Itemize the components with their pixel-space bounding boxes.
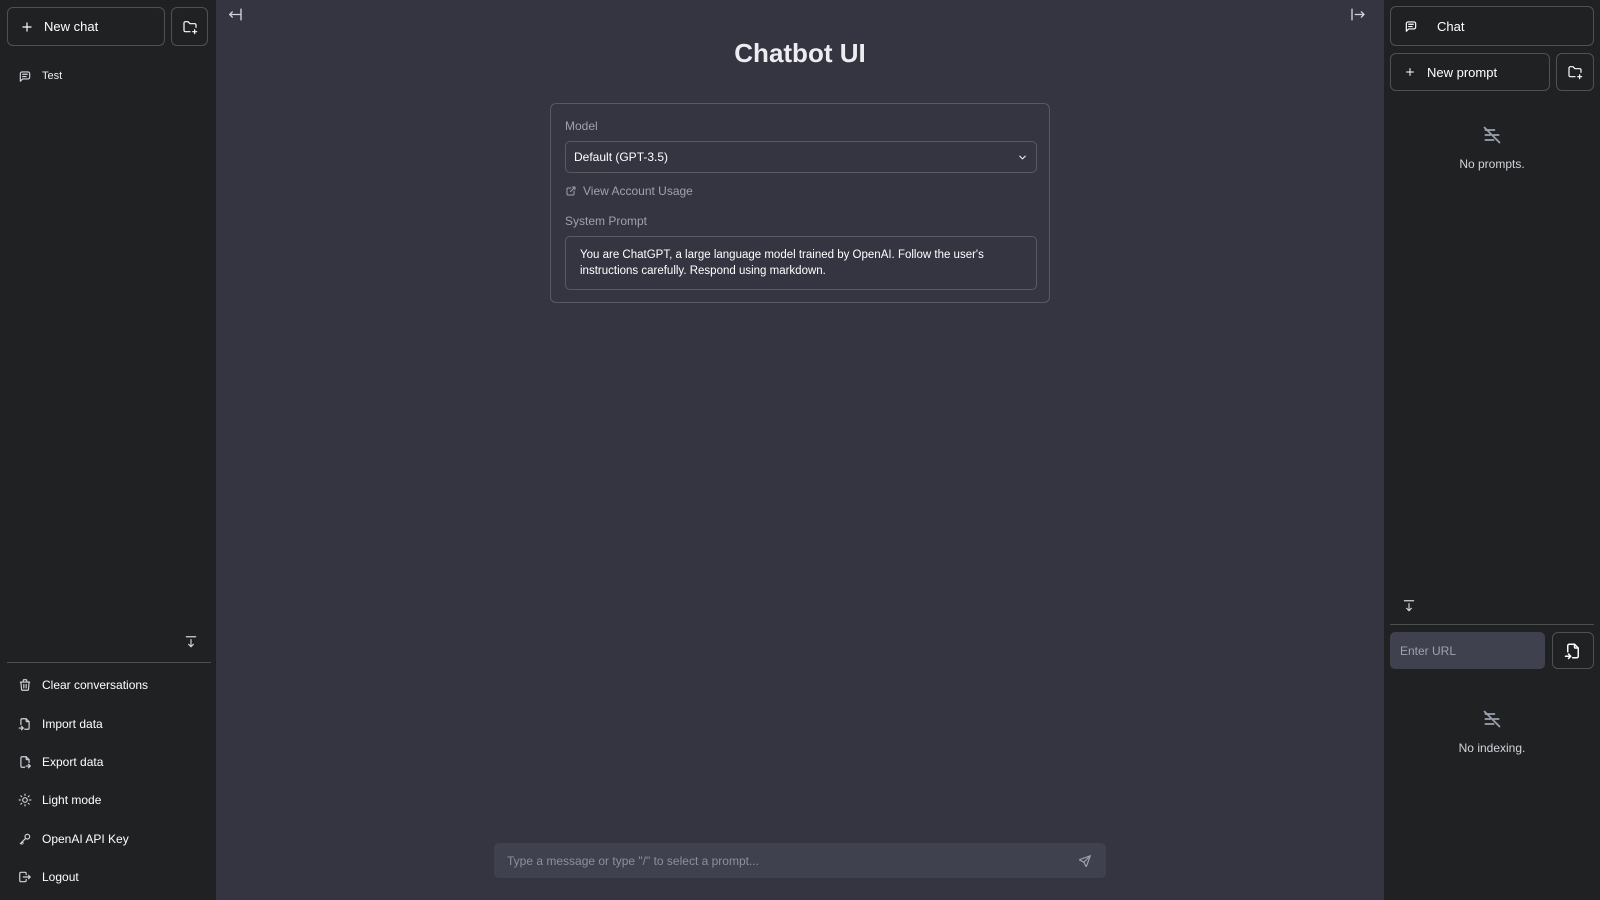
chat-input-bar — [494, 843, 1106, 878]
chevron-down-icon — [1017, 152, 1028, 163]
conversation-title: Test — [42, 70, 63, 82]
sun-icon — [18, 793, 32, 807]
clear-conversations-button[interactable]: Clear conversations — [8, 666, 208, 704]
file-import-icon — [18, 717, 32, 731]
menu-item-label: OpenAI API Key — [42, 831, 129, 846]
new-chat-label: New chat — [44, 19, 99, 34]
menu-item-label: Clear conversations — [42, 678, 149, 693]
indexing-empty-state: No indexing. — [1384, 709, 1600, 755]
plus-icon — [20, 20, 34, 34]
folder-plus-icon — [1567, 64, 1583, 80]
right-sidebar: Chat New prompt No prompts. No indexing. — [1384, 0, 1600, 900]
system-prompt-label: System Prompt — [565, 214, 648, 228]
key-icon — [18, 832, 32, 846]
url-input[interactable] — [1390, 632, 1545, 669]
conversation-item[interactable]: Test — [8, 64, 208, 88]
new-chat-button[interactable]: New chat — [7, 7, 165, 46]
import-data-button[interactable]: Import data — [8, 704, 208, 742]
prompts-empty-state: No prompts. — [1384, 125, 1600, 171]
plus-icon — [1404, 66, 1416, 78]
send-icon[interactable] — [1078, 854, 1092, 868]
api-key-button[interactable]: OpenAI API Key — [8, 820, 208, 858]
close-right-sidebar-icon[interactable] — [1350, 6, 1366, 23]
file-import-icon — [1564, 642, 1582, 660]
message-icon — [18, 69, 32, 83]
sidebar-settings-menu: Clear conversations Import data Export d… — [8, 666, 208, 896]
usage-link-label: View Account Usage — [583, 184, 693, 198]
url-submit-button[interactable] — [1552, 632, 1594, 669]
message-icon — [1404, 19, 1418, 33]
no-data-icon — [1482, 125, 1502, 145]
menu-item-label: Logout — [42, 870, 79, 885]
new-folder-button[interactable] — [171, 7, 208, 46]
export-data-button[interactable]: Export data — [8, 743, 208, 781]
menu-item-label: Export data — [42, 754, 104, 769]
system-prompt-textarea[interactable]: You are ChatGPT, a large language model … — [565, 236, 1037, 290]
new-prompt-folder-button[interactable] — [1556, 53, 1594, 91]
new-prompt-label: New prompt — [1427, 64, 1498, 80]
message-input[interactable] — [494, 843, 1078, 878]
model-select[interactable]: Default (GPT-3.5) — [565, 141, 1037, 173]
page-title: Chatbot UI — [734, 38, 866, 68]
folder-plus-icon — [182, 19, 198, 35]
new-prompt-button[interactable]: New prompt — [1390, 53, 1550, 91]
close-left-sidebar-icon[interactable] — [227, 6, 243, 23]
view-account-usage-link[interactable]: View Account Usage — [565, 184, 693, 198]
sidebar-divider — [1390, 624, 1594, 625]
light-mode-button[interactable]: Light mode — [8, 781, 208, 819]
model-settings-card: Model Default (GPT-3.5) View Account Usa… — [550, 103, 1050, 303]
sidebar-divider — [7, 662, 211, 663]
no-data-icon — [1482, 709, 1502, 729]
menu-item-label: Light mode — [42, 793, 102, 808]
model-label: Model — [565, 119, 598, 133]
logout-button[interactable]: Logout — [8, 858, 208, 896]
menu-item-label: Import data — [42, 716, 103, 731]
chat-mode-label: Chat — [1437, 18, 1465, 34]
chat-mode-button[interactable]: Chat — [1390, 6, 1594, 46]
external-link-icon — [565, 185, 577, 197]
left-sidebar: New chat Test Clear conversations Import… — [0, 0, 216, 900]
trash-icon — [18, 678, 32, 692]
no-prompts-text: No prompts. — [1459, 157, 1525, 171]
sort-down-icon[interactable] — [1402, 598, 1416, 614]
logout-icon — [18, 870, 32, 884]
no-indexing-text: No indexing. — [1458, 741, 1526, 755]
file-export-icon — [18, 755, 32, 769]
model-select-value: Default (GPT-3.5) — [574, 150, 669, 164]
sort-down-icon[interactable] — [184, 634, 198, 650]
